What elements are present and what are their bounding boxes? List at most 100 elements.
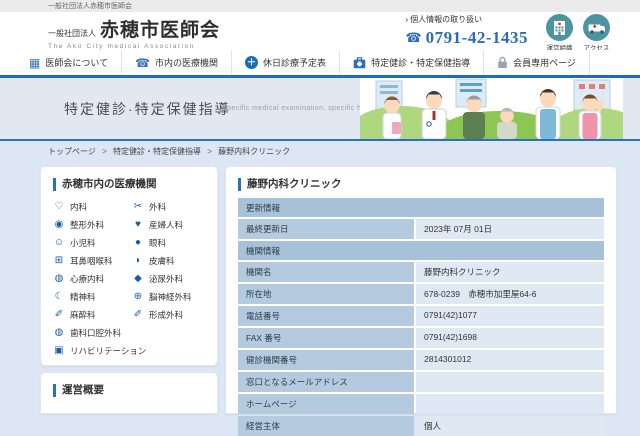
dept-item-dental-oral-surgery[interactable]: ◍歯科口腔外科 [53, 324, 132, 342]
row-value: 0791(42)1077 [416, 306, 604, 326]
dept-item-pediatrics[interactable]: ☺小児科 [53, 234, 132, 252]
dept-label: 内科 [70, 201, 87, 213]
sidebar-medical-institutions: 赤穂市内の医療機関 ♡ 内科 ✂ 外科 ◉ 整形外科 ♥ 産婦人科 ☺小児科 ● 眼科 ⊞… [40, 166, 218, 366]
nav-item-about[interactable]: ▦ 医師会について [16, 50, 121, 75]
medical-staff-illustration [360, 78, 623, 139]
eye-drop-icon: ● [132, 238, 144, 248]
top-strip: 一般社団法人赤穂市医師会 [0, 0, 640, 12]
skin-icon: ◗ [132, 256, 144, 266]
quick-link-access[interactable]: アクセス [583, 14, 610, 52]
nav-item-health-checkup[interactable]: 特定健診・特定保健指導 [339, 50, 483, 75]
hospital-building-icon: ▦ [29, 57, 40, 69]
dept-item-surgery[interactable]: ✂ 外科 [132, 198, 211, 216]
dept-label: 産婦人科 [149, 219, 183, 231]
dept-item-psychiatry[interactable]: ☾精神科 [53, 288, 132, 306]
ent-icon: ⊞ [53, 256, 65, 266]
row-label: ホームページ [238, 394, 414, 414]
breadcrumb-separator: > [207, 147, 212, 156]
syringe-icon: ✐ [132, 310, 144, 320]
neurosurgery-icon: ⊕ [132, 292, 144, 302]
dept-label: 泌尿外科 [149, 273, 183, 285]
joint-icon: ◉ [53, 220, 65, 230]
row-value: 藤野内科クリニック [416, 262, 604, 282]
stethoscope-icon: ♡ [53, 202, 65, 212]
dept-label: 耳鼻咽喉科 [70, 255, 113, 267]
ambulance-icon [583, 14, 610, 41]
row-value: 2814301012 [416, 350, 604, 370]
dept-label: リハビリテーション [70, 345, 146, 357]
row-value [416, 394, 604, 414]
org-name: 赤穂市医師会 [100, 15, 220, 42]
dept-label: 皮膚科 [149, 255, 175, 267]
row-label: 健診機関番号 [238, 350, 414, 370]
dept-item-urology[interactable]: ◆泌尿外科 [132, 270, 211, 288]
site-header: 一般社団法人 赤穂市医師会 The Ako City medical Assoc… [0, 12, 640, 50]
dept-label: 眼科 [149, 237, 166, 249]
breadcrumb-current: 藤野内科クリニック [218, 147, 290, 156]
heart-icon: ♥ [132, 220, 144, 230]
nav-item-label: 会員専用ページ [513, 56, 576, 69]
nav-item-holiday-schedule[interactable]: ＋ 休日診療予定表 [231, 50, 339, 75]
row-label: 経営主体 [238, 416, 414, 436]
page-title: 藤野内科クリニック [238, 178, 604, 191]
row-value: 個人 [416, 416, 604, 436]
dept-label: 小児科 [70, 237, 96, 249]
site-logo[interactable]: 一般社団法人 赤穂市医師会 The Ako City medical Assoc… [48, 15, 220, 50]
breadcrumb-home[interactable]: トップページ [48, 147, 96, 156]
nav-item-label: 市内の医療機関 [155, 56, 218, 69]
table-row: 最終更新日 2023年 07月 01日 [238, 219, 604, 239]
nav-item-label: 医師会について [45, 56, 108, 69]
breadcrumb-checkup[interactable]: 特定健診・特定保健指導 [113, 147, 201, 156]
rehabilitation-icon: ▣ [53, 346, 65, 356]
dept-label: 形成外科 [149, 309, 183, 321]
dept-item-obstetrics[interactable]: ♥ 産婦人科 [132, 216, 211, 234]
nav-item-members-page[interactable]: 会員専用ページ [483, 50, 589, 75]
privacy-link[interactable]: ›個人情報の取り扱い [405, 14, 528, 25]
row-label: 電話番号 [238, 306, 414, 326]
dept-item-internal-medicine[interactable]: ♡ 内科 [53, 198, 132, 216]
row-value: 0791(42)1698 [416, 328, 604, 348]
row-value: 678-0239 赤穂市加里屋64-6 [416, 284, 604, 304]
table-row: 所在地 678-0239 赤穂市加里屋64-6 [238, 284, 604, 304]
header-quick-links: 運営組織 アクセス [546, 14, 610, 52]
dept-label: 整形外科 [70, 219, 104, 231]
nav-item-medical-institutions[interactable]: ☎ 市内の医療機関 [121, 50, 231, 75]
chevron-right-icon: › [405, 15, 408, 24]
breadcrumb: トップページ > 特定健診・特定保健指導 > 藤野内科クリニック [48, 146, 290, 157]
dept-item-dermatology[interactable]: ◗ 皮膚科 [132, 252, 211, 270]
table-row: ホームページ [238, 394, 604, 414]
page-banner: 特定健診·特定保健指導 Specific medical examination… [0, 78, 640, 141]
scissors-icon: ✂ [132, 202, 144, 212]
phone-icon: ☎ [135, 57, 150, 69]
phone-link[interactable]: ☎ 0791-42-1435 [405, 28, 528, 48]
dept-label: 外科 [149, 201, 166, 213]
banner-illustration [360, 78, 623, 139]
table-row: 窓口となるメールアドレス [238, 372, 604, 392]
sidebar-title: 赤穂市内の医療機関 [53, 178, 205, 191]
dept-item-psychosomatic[interactable]: ◍心療内科 [53, 270, 132, 288]
dept-item-ent[interactable]: ⊞ 耳鼻咽喉科 [53, 252, 132, 270]
privacy-link-label: 個人情報の取り扱い [410, 15, 482, 24]
dept-item-rehabilitation[interactable]: ▣ リハビリテーション [53, 342, 211, 360]
first-aid-kit-icon [353, 57, 366, 69]
dept-label: 歯科口腔外科 [70, 327, 121, 339]
dept-item-neurosurgery[interactable]: ⊕脳神経外科 [132, 288, 211, 306]
row-value: 2023年 07月 01日 [416, 219, 604, 239]
dept-label: 麻酔科 [70, 309, 96, 321]
quick-link-organization[interactable]: 運営組織 [546, 14, 573, 52]
row-label: 所在地 [238, 284, 414, 304]
department-list: ♡ 内科 ✂ 外科 ◉ 整形外科 ♥ 産婦人科 ☺小児科 ● 眼科 ⊞ 耳鼻咽喉科 ◗ 皮膚科… [41, 198, 217, 360]
sidebar-operation-overview: 運営概要 [40, 372, 218, 414]
nav-item-label: 特定健診・特定保健指導 [371, 56, 470, 69]
dept-item-plastic-surgery[interactable]: ✐ 形成外科 [132, 306, 211, 324]
dept-item-ophthalmology[interactable]: ● 眼科 [132, 234, 211, 252]
cross-circle-icon: ＋ [245, 56, 258, 69]
main-nav: ▦ 医師会について ☎ 市内の医療機関 ＋ 休日診療予定表 特定健診・特定保健指… [0, 50, 640, 78]
table-row: 電話番号 0791(42)1077 [238, 306, 604, 326]
dept-item-orthopedics[interactable]: ◉ 整形外科 [53, 216, 132, 234]
clinic-info-table: 更新情報 最終更新日 2023年 07月 01日 機関情報 機関名 藤野内科クリ… [238, 198, 604, 436]
main-content: 藤野内科クリニック 更新情報 最終更新日 2023年 07月 01日 機関情報 … [225, 166, 617, 414]
header-contact: ›個人情報の取り扱い ☎ 0791-42-1435 [405, 14, 528, 48]
banner-title: 特定健診·特定保健指導 [64, 99, 231, 119]
dept-item-anesthesiology[interactable]: ✐麻酔科 [53, 306, 132, 324]
